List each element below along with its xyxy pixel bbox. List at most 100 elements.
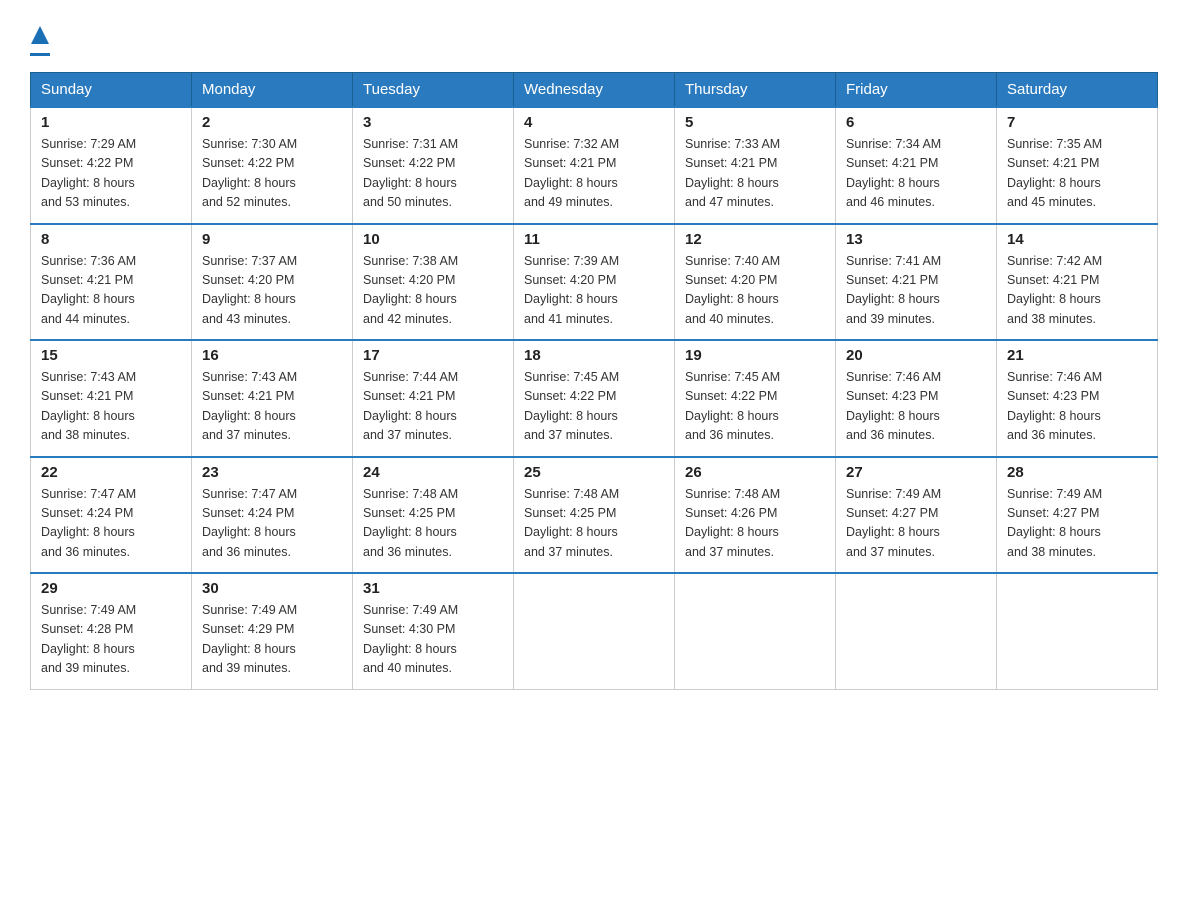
- calendar-cell: 3 Sunrise: 7:31 AMSunset: 4:22 PMDayligh…: [353, 107, 514, 224]
- calendar-cell: 12 Sunrise: 7:40 AMSunset: 4:20 PMDaylig…: [675, 224, 836, 341]
- calendar-table: SundayMondayTuesdayWednesdayThursdayFrid…: [30, 72, 1158, 690]
- calendar-cell: [836, 573, 997, 689]
- calendar-cell: 4 Sunrise: 7:32 AMSunset: 4:21 PMDayligh…: [514, 107, 675, 224]
- day-number: 21: [1007, 347, 1147, 364]
- day-number: 16: [202, 347, 342, 364]
- day-number: 1: [41, 114, 181, 131]
- logo: [30, 20, 50, 56]
- day-number: 3: [363, 114, 503, 131]
- calendar-cell: 24 Sunrise: 7:48 AMSunset: 4:25 PMDaylig…: [353, 457, 514, 574]
- calendar-cell: 29 Sunrise: 7:49 AMSunset: 4:28 PMDaylig…: [31, 573, 192, 689]
- calendar-cell: 15 Sunrise: 7:43 AMSunset: 4:21 PMDaylig…: [31, 340, 192, 457]
- week-row-3: 15 Sunrise: 7:43 AMSunset: 4:21 PMDaylig…: [31, 340, 1158, 457]
- day-info: Sunrise: 7:49 AMSunset: 4:27 PMDaylight:…: [846, 485, 986, 563]
- week-row-5: 29 Sunrise: 7:49 AMSunset: 4:28 PMDaylig…: [31, 573, 1158, 689]
- day-number: 25: [524, 464, 664, 481]
- calendar-cell: [514, 573, 675, 689]
- logo-triangle-icon: [31, 26, 49, 44]
- col-header-thursday: Thursday: [675, 73, 836, 108]
- day-number: 9: [202, 231, 342, 248]
- calendar-cell: 27 Sunrise: 7:49 AMSunset: 4:27 PMDaylig…: [836, 457, 997, 574]
- day-info: Sunrise: 7:48 AMSunset: 4:26 PMDaylight:…: [685, 485, 825, 563]
- day-number: 7: [1007, 114, 1147, 131]
- col-header-sunday: Sunday: [31, 73, 192, 108]
- day-info: Sunrise: 7:48 AMSunset: 4:25 PMDaylight:…: [524, 485, 664, 563]
- day-info: Sunrise: 7:46 AMSunset: 4:23 PMDaylight:…: [846, 368, 986, 446]
- day-info: Sunrise: 7:48 AMSunset: 4:25 PMDaylight:…: [363, 485, 503, 563]
- calendar-cell: 2 Sunrise: 7:30 AMSunset: 4:22 PMDayligh…: [192, 107, 353, 224]
- calendar-cell: 21 Sunrise: 7:46 AMSunset: 4:23 PMDaylig…: [997, 340, 1158, 457]
- calendar-header-row: SundayMondayTuesdayWednesdayThursdayFrid…: [31, 73, 1158, 108]
- day-number: 30: [202, 580, 342, 597]
- day-info: Sunrise: 7:37 AMSunset: 4:20 PMDaylight:…: [202, 252, 342, 330]
- calendar-cell: 23 Sunrise: 7:47 AMSunset: 4:24 PMDaylig…: [192, 457, 353, 574]
- page-header: [30, 20, 1158, 56]
- day-number: 24: [363, 464, 503, 481]
- day-info: Sunrise: 7:45 AMSunset: 4:22 PMDaylight:…: [685, 368, 825, 446]
- day-info: Sunrise: 7:32 AMSunset: 4:21 PMDaylight:…: [524, 135, 664, 213]
- day-number: 10: [363, 231, 503, 248]
- day-number: 13: [846, 231, 986, 248]
- day-info: Sunrise: 7:35 AMSunset: 4:21 PMDaylight:…: [1007, 135, 1147, 213]
- day-number: 11: [524, 231, 664, 248]
- day-number: 5: [685, 114, 825, 131]
- day-info: Sunrise: 7:46 AMSunset: 4:23 PMDaylight:…: [1007, 368, 1147, 446]
- day-info: Sunrise: 7:41 AMSunset: 4:21 PMDaylight:…: [846, 252, 986, 330]
- calendar-cell: 16 Sunrise: 7:43 AMSunset: 4:21 PMDaylig…: [192, 340, 353, 457]
- day-info: Sunrise: 7:44 AMSunset: 4:21 PMDaylight:…: [363, 368, 503, 446]
- day-number: 17: [363, 347, 503, 364]
- day-number: 27: [846, 464, 986, 481]
- calendar-cell: 25 Sunrise: 7:48 AMSunset: 4:25 PMDaylig…: [514, 457, 675, 574]
- calendar-cell: 30 Sunrise: 7:49 AMSunset: 4:29 PMDaylig…: [192, 573, 353, 689]
- day-info: Sunrise: 7:29 AMSunset: 4:22 PMDaylight:…: [41, 135, 181, 213]
- day-info: Sunrise: 7:49 AMSunset: 4:29 PMDaylight:…: [202, 601, 342, 679]
- day-info: Sunrise: 7:39 AMSunset: 4:20 PMDaylight:…: [524, 252, 664, 330]
- calendar-cell: 7 Sunrise: 7:35 AMSunset: 4:21 PMDayligh…: [997, 107, 1158, 224]
- day-number: 15: [41, 347, 181, 364]
- calendar-cell: 11 Sunrise: 7:39 AMSunset: 4:20 PMDaylig…: [514, 224, 675, 341]
- day-number: 31: [363, 580, 503, 597]
- day-number: 23: [202, 464, 342, 481]
- col-header-saturday: Saturday: [997, 73, 1158, 108]
- calendar-cell: 18 Sunrise: 7:45 AMSunset: 4:22 PMDaylig…: [514, 340, 675, 457]
- day-number: 20: [846, 347, 986, 364]
- calendar-cell: 17 Sunrise: 7:44 AMSunset: 4:21 PMDaylig…: [353, 340, 514, 457]
- day-info: Sunrise: 7:49 AMSunset: 4:30 PMDaylight:…: [363, 601, 503, 679]
- day-info: Sunrise: 7:38 AMSunset: 4:20 PMDaylight:…: [363, 252, 503, 330]
- calendar-cell: 9 Sunrise: 7:37 AMSunset: 4:20 PMDayligh…: [192, 224, 353, 341]
- calendar-cell: 1 Sunrise: 7:29 AMSunset: 4:22 PMDayligh…: [31, 107, 192, 224]
- calendar-cell: 31 Sunrise: 7:49 AMSunset: 4:30 PMDaylig…: [353, 573, 514, 689]
- day-info: Sunrise: 7:33 AMSunset: 4:21 PMDaylight:…: [685, 135, 825, 213]
- day-info: Sunrise: 7:40 AMSunset: 4:20 PMDaylight:…: [685, 252, 825, 330]
- week-row-2: 8 Sunrise: 7:36 AMSunset: 4:21 PMDayligh…: [31, 224, 1158, 341]
- day-info: Sunrise: 7:45 AMSunset: 4:22 PMDaylight:…: [524, 368, 664, 446]
- day-info: Sunrise: 7:36 AMSunset: 4:21 PMDaylight:…: [41, 252, 181, 330]
- day-info: Sunrise: 7:47 AMSunset: 4:24 PMDaylight:…: [41, 485, 181, 563]
- day-number: 8: [41, 231, 181, 248]
- day-info: Sunrise: 7:47 AMSunset: 4:24 PMDaylight:…: [202, 485, 342, 563]
- calendar-cell: 14 Sunrise: 7:42 AMSunset: 4:21 PMDaylig…: [997, 224, 1158, 341]
- day-info: Sunrise: 7:34 AMSunset: 4:21 PMDaylight:…: [846, 135, 986, 213]
- calendar-cell: 5 Sunrise: 7:33 AMSunset: 4:21 PMDayligh…: [675, 107, 836, 224]
- day-info: Sunrise: 7:49 AMSunset: 4:27 PMDaylight:…: [1007, 485, 1147, 563]
- calendar-cell: 13 Sunrise: 7:41 AMSunset: 4:21 PMDaylig…: [836, 224, 997, 341]
- calendar-cell: 8 Sunrise: 7:36 AMSunset: 4:21 PMDayligh…: [31, 224, 192, 341]
- day-info: Sunrise: 7:43 AMSunset: 4:21 PMDaylight:…: [41, 368, 181, 446]
- day-number: 26: [685, 464, 825, 481]
- calendar-cell: 28 Sunrise: 7:49 AMSunset: 4:27 PMDaylig…: [997, 457, 1158, 574]
- calendar-cell: 19 Sunrise: 7:45 AMSunset: 4:22 PMDaylig…: [675, 340, 836, 457]
- week-row-4: 22 Sunrise: 7:47 AMSunset: 4:24 PMDaylig…: [31, 457, 1158, 574]
- calendar-cell: 6 Sunrise: 7:34 AMSunset: 4:21 PMDayligh…: [836, 107, 997, 224]
- day-number: 2: [202, 114, 342, 131]
- calendar-cell: 26 Sunrise: 7:48 AMSunset: 4:26 PMDaylig…: [675, 457, 836, 574]
- day-number: 29: [41, 580, 181, 597]
- day-info: Sunrise: 7:49 AMSunset: 4:28 PMDaylight:…: [41, 601, 181, 679]
- calendar-cell: 10 Sunrise: 7:38 AMSunset: 4:20 PMDaylig…: [353, 224, 514, 341]
- col-header-friday: Friday: [836, 73, 997, 108]
- week-row-1: 1 Sunrise: 7:29 AMSunset: 4:22 PMDayligh…: [31, 107, 1158, 224]
- col-header-tuesday: Tuesday: [353, 73, 514, 108]
- logo-underline: [30, 53, 50, 56]
- col-header-monday: Monday: [192, 73, 353, 108]
- day-number: 12: [685, 231, 825, 248]
- day-info: Sunrise: 7:43 AMSunset: 4:21 PMDaylight:…: [202, 368, 342, 446]
